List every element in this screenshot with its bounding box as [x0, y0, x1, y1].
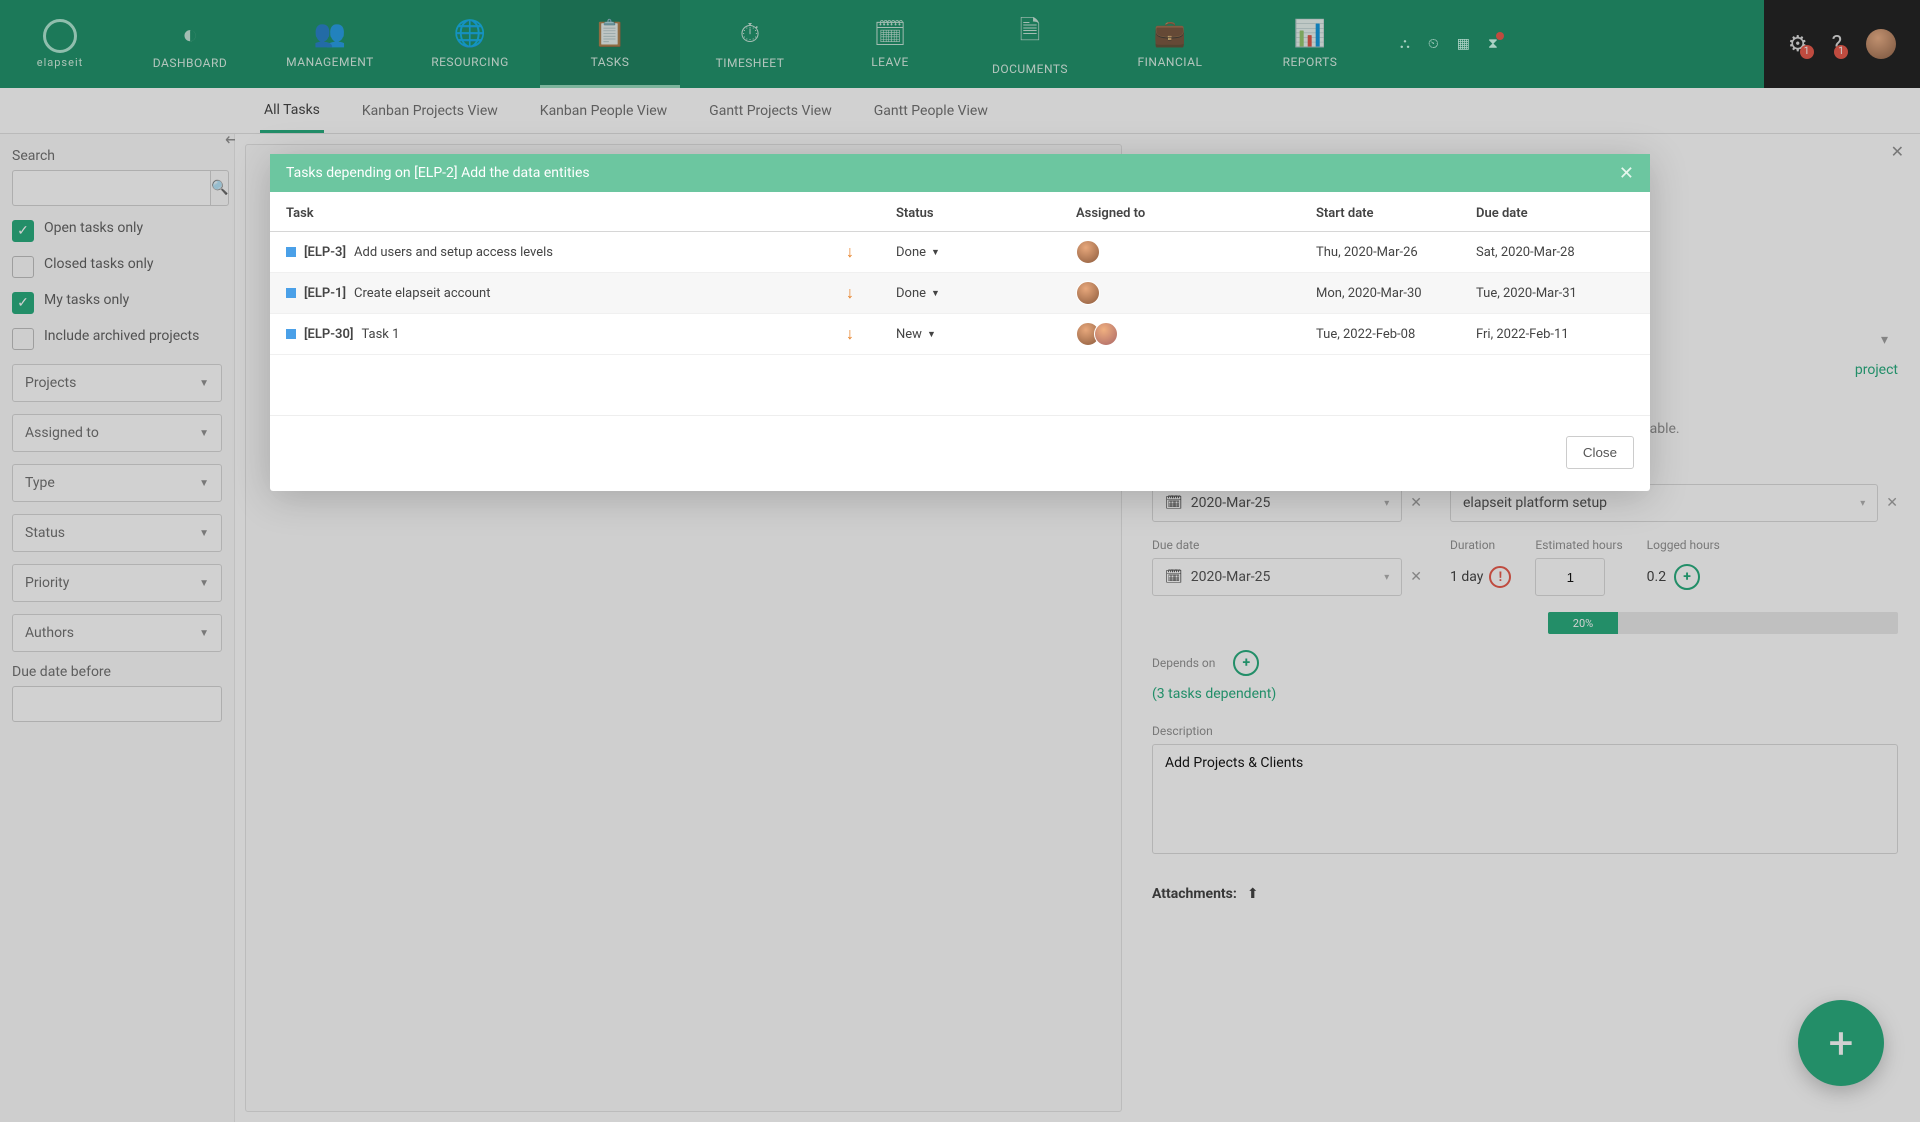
status-cell[interactable]: New▼	[896, 327, 1076, 342]
priority-icon: ↓	[846, 324, 896, 344]
task-type-icon	[286, 288, 296, 298]
table-row[interactable]: [ELP-1]Create elapseit account ↓ Done▼ M…	[270, 273, 1650, 314]
modal-dependencies: Tasks depending on [ELP-2] Add the data …	[270, 154, 1650, 491]
avatar[interactable]	[1076, 240, 1100, 264]
task-type-icon	[286, 247, 296, 257]
task-type-icon	[286, 329, 296, 339]
table-header: Task Status Assigned to Start date Due d…	[270, 192, 1650, 232]
table-row[interactable]: [ELP-30]Task 1 ↓ New▼ Tue, 2022-Feb-08 F…	[270, 314, 1650, 355]
table-row[interactable]: [ELP-3]Add users and setup access levels…	[270, 232, 1650, 273]
modal-title: Tasks depending on [ELP-2] Add the data …	[286, 165, 590, 181]
modal-close-x[interactable]: ✕	[1619, 163, 1634, 184]
caret-down-icon: ▼	[931, 247, 940, 258]
modal-overlay: Tasks depending on [ELP-2] Add the data …	[0, 0, 1920, 1122]
avatar[interactable]	[1076, 281, 1100, 305]
priority-icon: ↓	[846, 242, 896, 262]
avatar[interactable]	[1094, 322, 1118, 346]
priority-icon: ↓	[846, 283, 896, 303]
caret-down-icon: ▼	[927, 329, 936, 340]
caret-down-icon: ▼	[931, 288, 940, 299]
modal-header: Tasks depending on [ELP-2] Add the data …	[270, 154, 1650, 192]
status-cell[interactable]: Done▼	[896, 286, 1076, 301]
status-cell[interactable]: Done▼	[896, 245, 1076, 260]
close-button[interactable]: Close	[1566, 436, 1634, 469]
